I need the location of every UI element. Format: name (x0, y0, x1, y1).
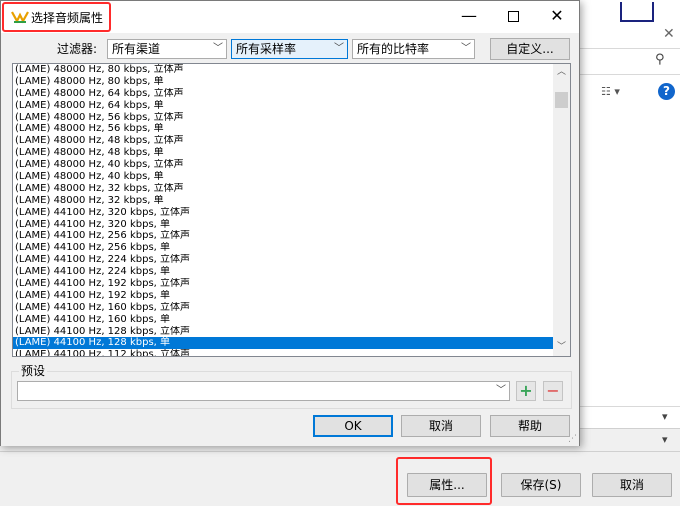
sample-rate-filter-select[interactable]: 所有采样率 ﹀ (231, 39, 348, 59)
list-item[interactable]: (LAME) 44100 Hz, 160 kbps, 单 (13, 314, 554, 326)
preset-label: 预设 (19, 362, 48, 379)
sample-rate-filter-value: 所有采样率 (236, 42, 297, 56)
close-icon[interactable]: ✕ (535, 1, 579, 33)
list-item[interactable]: (LAME) 48000 Hz, 56 kbps, 立体声 (13, 112, 554, 124)
scroll-down-icon[interactable]: ﹀ (553, 339, 570, 356)
ok-button[interactable]: OK (313, 415, 393, 437)
list-item[interactable]: (LAME) 48000 Hz, 80 kbps, 单 (13, 76, 554, 88)
bg-combo-arrow-icon[interactable]: ▾ (662, 410, 668, 423)
preset-select[interactable]: ﹀ (17, 381, 510, 401)
minimize-icon[interactable]: — (447, 1, 491, 33)
vertical-scrollbar[interactable]: ︿ ﹀ (553, 64, 570, 356)
resize-grip-icon[interactable]: ⋰ (567, 434, 577, 444)
custom-button[interactable]: 自定义... (490, 38, 570, 60)
list-item[interactable]: (LAME) 48000 Hz, 40 kbps, 单 (13, 171, 554, 183)
audio-format-list[interactable]: (LAME) 48000 Hz, 80 kbps, 立体声 (LAME) 4800… (12, 63, 571, 357)
properties-highlight-box (396, 457, 492, 505)
minus-icon[interactable]: − (543, 381, 563, 401)
chevron-down-icon: ﹀ (334, 43, 344, 54)
list-item[interactable]: (LAME) 44100 Hz, 256 kbps, 立体声 (13, 230, 554, 242)
list-item[interactable]: (LAME) 48000 Hz, 80 kbps, 立体声 (13, 64, 554, 76)
list-item[interactable]: (LAME) 48000 Hz, 56 kbps, 单 (13, 123, 554, 135)
list-item[interactable]: (LAME) 48000 Hz, 40 kbps, 立体声 (13, 159, 554, 171)
dialog-footer: OK 取消 帮助 ⋰ (1, 411, 579, 446)
search-icon[interactable]: ⚲ (655, 52, 665, 67)
maximize-icon[interactable] (491, 1, 535, 33)
list-item[interactable]: (LAME) 44100 Hz, 224 kbps, 单 (13, 266, 554, 278)
bg-window-icon (620, 2, 654, 22)
view-options-icon[interactable]: ☷ ▾ (601, 85, 620, 98)
cancel-button[interactable]: 取消 (401, 415, 481, 437)
audio-properties-dialog: 选择音频属性 — ✕ 过滤器: 所有渠道 ﹀ 所有采样率 ﹀ 所有的比特率 ﹀ … (0, 0, 580, 446)
chevron-down-icon: ﹀ (496, 385, 506, 396)
channel-filter-value: 所有渠道 (112, 42, 161, 56)
bitrate-filter-value: 所有的比特率 (357, 42, 430, 56)
list-item[interactable]: (LAME) 48000 Hz, 32 kbps, 单 (13, 195, 554, 207)
plus-icon[interactable]: + (516, 381, 536, 401)
filter-label: 过滤器: (57, 42, 98, 56)
scroll-thumb[interactable] (555, 92, 568, 108)
list-item[interactable]: (LAME) 48000 Hz, 32 kbps, 立体声 (13, 183, 554, 195)
bg-close-icon[interactable]: ✕ (663, 26, 675, 42)
chevron-down-icon: ﹀ (461, 43, 471, 54)
list-item[interactable]: (LAME) 48000 Hz, 64 kbps, 单 (13, 100, 554, 112)
audio-format-items: (LAME) 48000 Hz, 80 kbps, 立体声 (LAME) 4800… (13, 64, 554, 356)
list-item[interactable]: (LAME) 48000 Hz, 48 kbps, 单 (13, 147, 554, 159)
scroll-up-icon[interactable]: ︿ (553, 64, 570, 81)
list-item[interactable]: (LAME) 48000 Hz, 48 kbps, 立体声 (13, 135, 554, 147)
list-item[interactable]: (LAME) 44100 Hz, 160 kbps, 立体声 (13, 302, 554, 314)
list-item[interactable]: (LAME) 44100 Hz, 112 kbps, 立体声 (13, 349, 554, 356)
list-item[interactable]: (LAME) 44100 Hz, 320 kbps, 立体声 (13, 207, 554, 219)
channel-filter-select[interactable]: 所有渠道 ﹀ (107, 39, 227, 59)
help-button[interactable]: 帮助 (490, 415, 570, 437)
list-item[interactable]: (LAME) 48000 Hz, 64 kbps, 立体声 (13, 88, 554, 100)
title-highlight-box (2, 2, 111, 32)
chevron-down-icon: ﹀ (213, 43, 223, 54)
list-item[interactable]: (LAME) 44100 Hz, 224 kbps, 立体声 (13, 254, 554, 266)
dialog-titlebar[interactable]: 选择音频属性 — ✕ (1, 1, 579, 33)
help-icon[interactable]: ? (658, 83, 675, 100)
save-button[interactable]: 保存(S) (501, 473, 581, 497)
bitrate-filter-select[interactable]: 所有的比特率 ﹀ (352, 39, 475, 59)
list-item[interactable]: (LAME) 44100 Hz, 320 kbps, 单 (13, 219, 554, 231)
list-item[interactable]: (LAME) 44100 Hz, 128 kbps, 单 (13, 337, 554, 350)
list-item[interactable]: (LAME) 44100 Hz, 192 kbps, 立体声 (13, 278, 554, 290)
bg-cancel-button[interactable]: 取消 (592, 473, 672, 497)
list-item[interactable]: (LAME) 44100 Hz, 128 kbps, 立体声 (13, 326, 554, 338)
bg-strip-arrow-icon[interactable]: ▾ (662, 433, 668, 446)
list-item[interactable]: (LAME) 44100 Hz, 192 kbps, 单 (13, 290, 554, 302)
list-item[interactable]: (LAME) 44100 Hz, 256 kbps, 单 (13, 242, 554, 254)
